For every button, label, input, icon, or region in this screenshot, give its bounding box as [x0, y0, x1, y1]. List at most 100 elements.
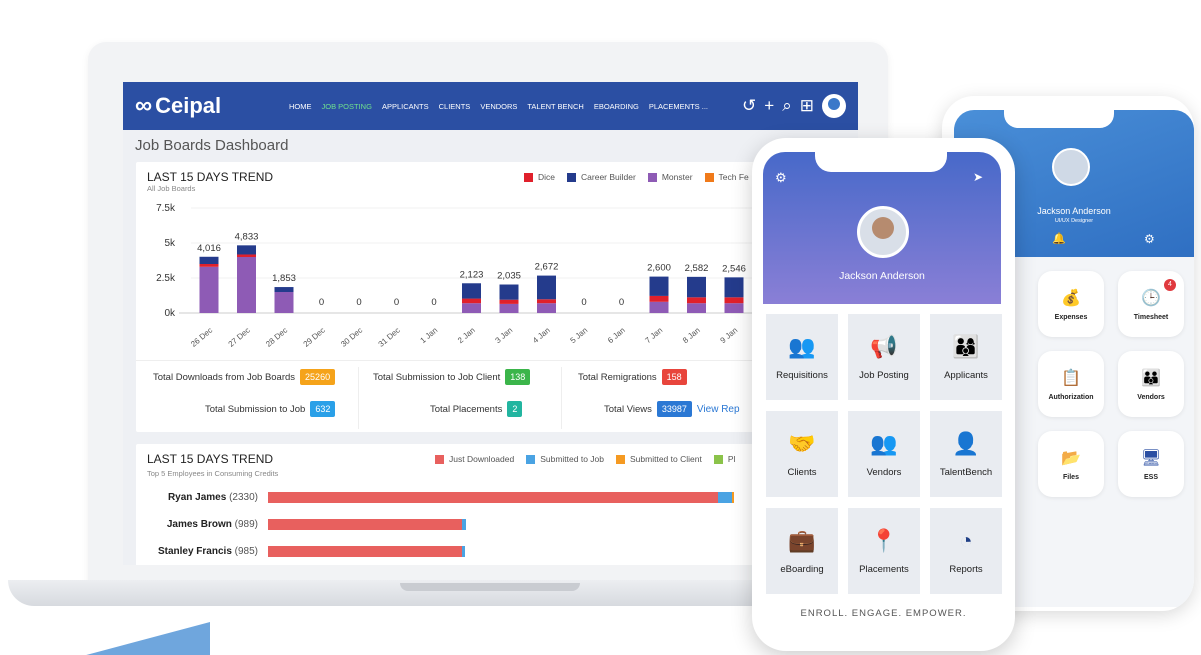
plus-icon[interactable]: +: [764, 96, 774, 116]
legend-item[interactable]: Tech Fe: [704, 172, 749, 182]
tagline: ENROLL. ENGAGE. EMPOWER.: [800, 608, 967, 619]
employee-row[interactable]: Stanley Francis (985): [136, 546, 465, 557]
history-icon[interactable]: ↺: [742, 96, 756, 116]
y-tick-label: 5k: [164, 238, 176, 249]
send-icon[interactable]: ➤: [973, 170, 983, 184]
nav-item-home[interactable]: HOME: [289, 102, 312, 111]
nav-item-eboarding[interactable]: EBOARDING: [594, 102, 639, 111]
vendors-icon: 👪: [1141, 369, 1161, 387]
nav-item-job-posting[interactable]: JOB POSTING: [322, 102, 372, 111]
chart-legend: Dice Career Builder Monster Tech Fe: [524, 172, 749, 182]
user-name: Jackson Anderson: [839, 270, 925, 282]
requisitions-icon: 👥: [788, 333, 816, 359]
avatar: [1052, 148, 1090, 186]
menu-tile-vendors[interactable]: 👥 Vendors: [848, 411, 920, 497]
menu-tile-label: Reports: [949, 563, 983, 575]
logo[interactable]: ∞ Ceipal: [135, 92, 285, 120]
legend-item[interactable]: Submitted to Job: [526, 454, 604, 464]
bar-monster: [199, 266, 219, 313]
stat-remigrations: Total Remigrations 158: [578, 369, 687, 385]
legend-swatch: [704, 172, 714, 182]
nav-icon-group: ↺ + ⌕ ⊞: [742, 94, 846, 118]
menu-tile-reports[interactable]: ◔ Reports: [930, 508, 1002, 594]
bar-monster: [274, 292, 294, 313]
menu-tile-ess[interactable]: 🖥 ESS: [1118, 431, 1184, 497]
stat-label: Total Views: [604, 403, 652, 415]
bar-total-label: 2,672: [535, 262, 559, 273]
legend-label: Tech Fe: [718, 172, 749, 182]
x-tick-label: 1 Jan: [419, 326, 440, 345]
legend-item[interactable]: Monster: [647, 172, 693, 182]
employee-name-text: James Brown: [166, 519, 232, 530]
stat-label: Total Downloads from Job Boards: [153, 371, 296, 383]
bar-segment-downloaded: [268, 546, 462, 557]
employee-row[interactable]: Ryan James (2330): [136, 492, 734, 503]
menu-tile-placements[interactable]: 📍 Placements: [848, 508, 920, 594]
menu-tile-label: Clients: [787, 466, 817, 478]
menu-tile-talentbench[interactable]: 👤 TalentBench: [930, 411, 1002, 497]
menu-tile-label: Requisitions: [776, 369, 828, 381]
bar-total-label: 2,600: [647, 263, 671, 274]
menu-tile-label: Vendors: [866, 466, 902, 478]
menu-tile-files[interactable]: 📂 Files: [1038, 431, 1104, 497]
bell-icon[interactable]: 🔔: [1052, 232, 1066, 245]
card-title: LAST 15 DAYS TREND: [147, 170, 274, 184]
legend-item[interactable]: Dice: [524, 172, 555, 182]
nav-item-vendors[interactable]: VENDORS: [480, 102, 517, 111]
stat-submission-job: Total Submission to Job 632: [205, 401, 336, 417]
legend-item[interactable]: Submitted to Client: [616, 454, 702, 464]
stat-badge: 138: [505, 369, 531, 385]
gear-icon[interactable]: ⚙: [1144, 232, 1155, 246]
x-tick-label: 2 Jan: [456, 326, 477, 345]
x-tick-label: 5 Jan: [569, 326, 590, 345]
briefcase-icon: 💼: [788, 527, 816, 553]
monitor-icon: 🖥: [1140, 449, 1162, 467]
card-title: LAST 15 DAYS TREND: [147, 452, 274, 466]
legend-label: Monster: [661, 172, 693, 182]
bar-monster: [649, 301, 669, 313]
pie-chart-icon: ◔: [959, 527, 973, 553]
menu-tile-vendors[interactable]: 👪 Vendors: [1118, 351, 1184, 417]
card-subtitle: Top 5 Employees in Consuming Credits: [147, 469, 279, 478]
nav-item-talent-bench[interactable]: TALENT BENCH: [527, 102, 583, 111]
stat-badge: 158: [661, 369, 687, 385]
bar-total-label: 0: [319, 297, 324, 308]
menu-tile-clients[interactable]: 🤝 Clients: [766, 411, 838, 497]
menu-tile-job posting[interactable]: 📢 Job Posting: [848, 314, 920, 400]
menu-tile-eboarding[interactable]: 💼 eBoarding: [766, 508, 838, 594]
x-tick-label: 6 Jan: [606, 326, 627, 345]
user-avatar[interactable]: [822, 94, 846, 118]
stat-submission-client: Total Submission to Job Client 138: [373, 369, 531, 385]
nav-item-applicants[interactable]: APPLICANTS: [382, 102, 429, 111]
menu-tile-expenses[interactable]: 💰 Expenses: [1038, 271, 1104, 337]
grid-icon[interactable]: ⊞: [800, 96, 814, 116]
menu-tile-applicants[interactable]: 👨‍👩‍👦 Applicants: [930, 314, 1002, 400]
gear-icon[interactable]: ⚙: [775, 170, 787, 186]
legend-label: Dice: [538, 172, 556, 182]
legend-item[interactable]: Career Builder: [567, 172, 636, 182]
nav-item-placements[interactable]: PLACEMENTS ...: [649, 102, 708, 111]
menu-tile-requisitions[interactable]: 👥 Requisitions: [766, 314, 838, 400]
employee-name-text: Stanley Francis: [157, 546, 232, 557]
stat-badge: 2: [507, 401, 523, 417]
legend-swatch: [435, 454, 444, 464]
x-tick-label: 27 Dec: [227, 326, 252, 348]
bar-dice: [724, 297, 744, 304]
bar-segment-submitted: [718, 492, 732, 503]
employee-row[interactable]: James Brown (989): [136, 519, 466, 530]
bar-total-label: 0: [581, 297, 586, 308]
view-report-link[interactable]: View Rep: [697, 404, 740, 415]
chart-legend: Just Downloaded Submitted to Job Submitted…: [435, 454, 735, 464]
legend-item[interactable]: Pl: [713, 454, 735, 464]
employee-name: James Brown (989): [136, 519, 268, 530]
menu-tile-timesheet[interactable]: 🕒 Timesheet 4: [1118, 271, 1184, 337]
legend-label: Just Downloaded: [449, 454, 515, 464]
bar-monster: [462, 303, 481, 313]
top-navbar: ∞ Ceipal HOME JOB POSTING APPLICANTS CLIENT…: [123, 82, 858, 130]
bar-total-label: 4,833: [235, 231, 259, 242]
menu-tile-label: Timesheet: [1133, 313, 1169, 321]
search-icon[interactable]: ⌕: [782, 96, 792, 116]
legend-item[interactable]: Just Downloaded: [435, 454, 514, 464]
menu-tile-authorization[interactable]: 📋 Authorization: [1038, 351, 1104, 417]
nav-item-clients[interactable]: CLIENTS: [439, 102, 471, 111]
